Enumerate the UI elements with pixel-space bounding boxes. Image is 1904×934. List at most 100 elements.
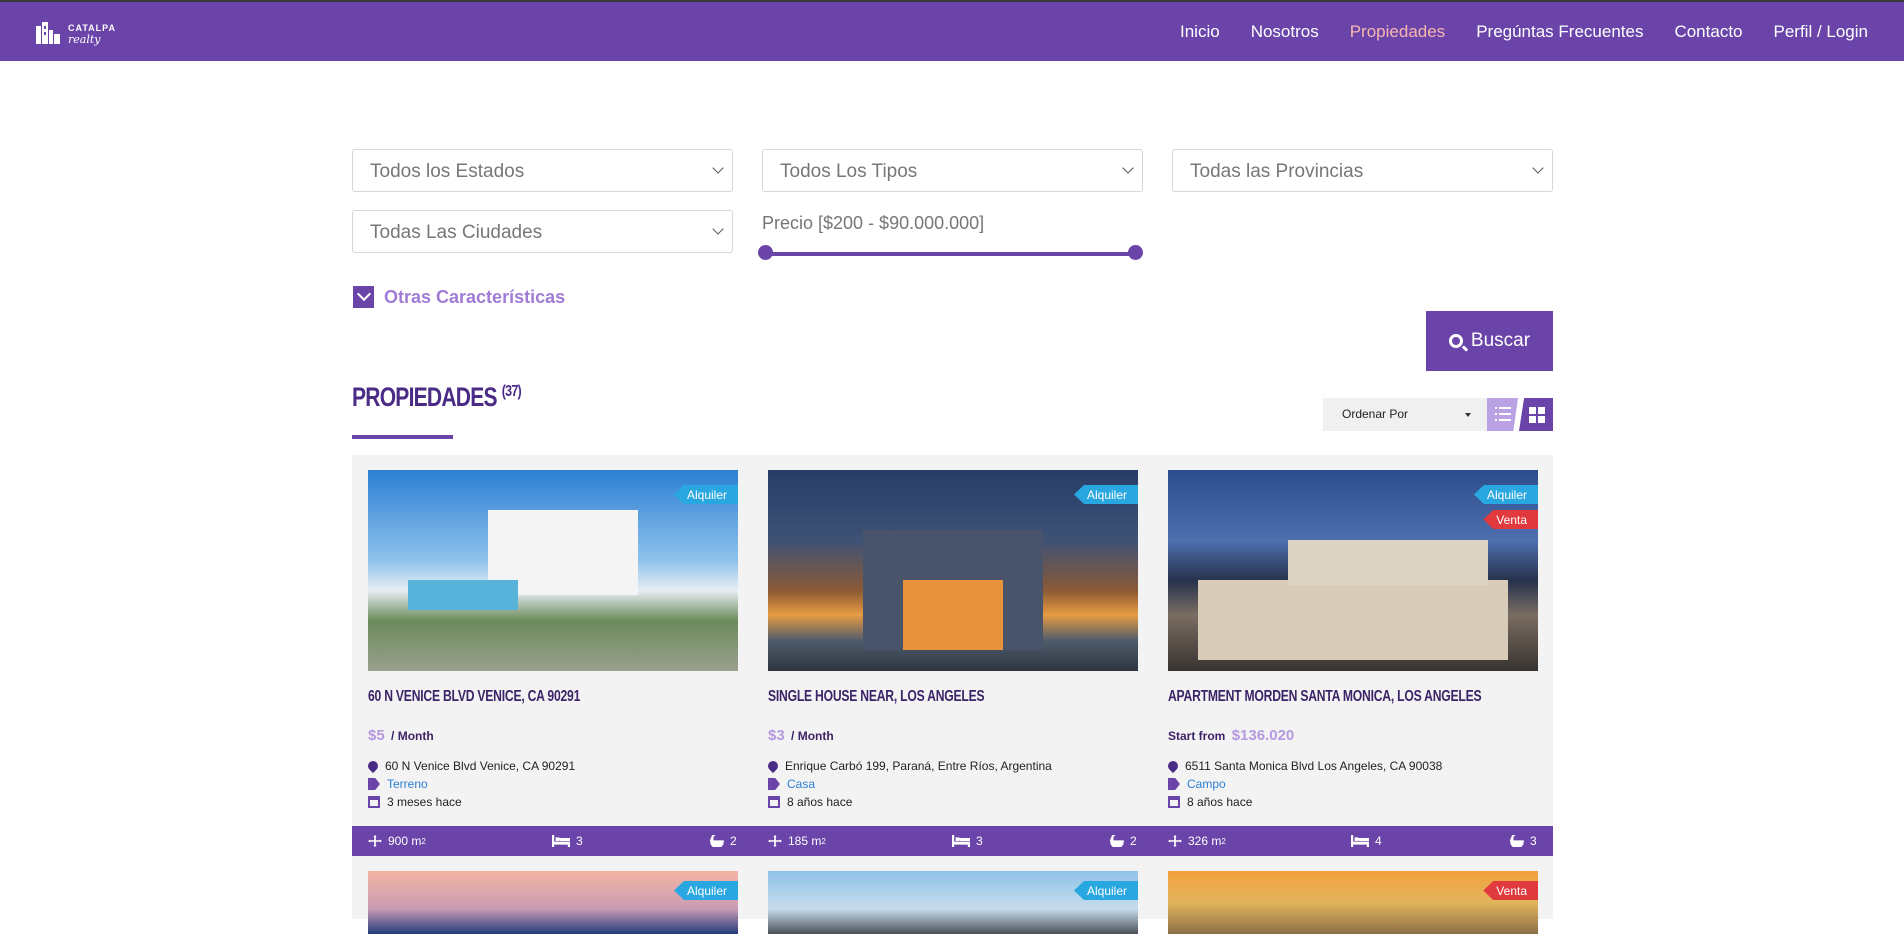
calendar-icon [368, 796, 380, 808]
price-amount: $136.020 [1231, 727, 1295, 744]
list-view-button[interactable] [1487, 398, 1518, 431]
ciudad-select[interactable]: Todas Las Ciudades [352, 210, 733, 253]
baths-value: 3 [1530, 834, 1537, 848]
nav-contacto[interactable]: Contacto [1674, 22, 1742, 42]
price-slider-min-handle[interactable] [758, 245, 773, 260]
map-pin-icon [365, 758, 381, 774]
type-link[interactable]: Casa [787, 777, 815, 791]
property-price: $3 / Month [768, 727, 834, 744]
bed-icon [952, 835, 970, 847]
grid-icon [1529, 407, 1545, 423]
buscar-button[interactable]: Buscar [1426, 311, 1553, 371]
top-navbar: CATALPA realty Inicio Nosotros Propiedad… [0, 0, 1904, 61]
type-link[interactable]: Terreno [387, 777, 428, 791]
property-price: $5 / Month [368, 727, 434, 744]
property-image[interactable]: Alquiler [768, 470, 1138, 671]
section-count: (37) [501, 383, 522, 400]
estado-select-value: Todos los Estados [370, 161, 525, 182]
baths-stat: 2 [1110, 834, 1137, 848]
chevron-down-icon [1122, 162, 1134, 174]
tipo-select[interactable]: Todos Los Tipos [762, 149, 1143, 192]
property-image[interactable]: Alquiler [368, 871, 738, 934]
map-pin-icon [1165, 758, 1181, 774]
bath-icon [1110, 835, 1124, 847]
calendar-icon [1168, 796, 1180, 808]
baths-value: 2 [730, 834, 737, 848]
grid-view-button[interactable] [1519, 398, 1553, 431]
area-unit-sup: 2 [421, 836, 426, 846]
tag-alquiler: Alquiler [673, 881, 738, 900]
move-arrows-icon [368, 835, 382, 847]
nav-propiedades[interactable]: Propiedades [1350, 22, 1445, 42]
chevron-down-icon [353, 286, 374, 308]
list-icon [1495, 407, 1511, 421]
nav-nosotros[interactable]: Nosotros [1251, 22, 1319, 42]
nav-perfil-login[interactable]: Perfil / Login [1774, 22, 1869, 42]
baths-stat: 3 [1510, 834, 1537, 848]
beds-stat: 3 [552, 834, 583, 848]
property-image[interactable]: Alquiler Venta [1168, 470, 1538, 671]
calendar-icon [768, 796, 780, 808]
nav-faq[interactable]: Pregúntas Frecuentes [1476, 22, 1643, 42]
price-range-label: Precio [$200 - $90.000.000] [762, 213, 985, 233]
property-title[interactable]: SINGLE HOUSE NEAR, LOS ANGELES [768, 688, 985, 706]
area-stat: 326 m2 [1168, 834, 1226, 848]
bed-icon [1351, 835, 1369, 847]
date-text: 3 meses hace [387, 795, 462, 809]
area-value: 185 m [788, 834, 822, 848]
type-link[interactable]: Campo [1187, 777, 1226, 791]
chevron-down-icon [712, 162, 724, 174]
property-title[interactable]: APARTMENT MORDEN SANTA MONICA, LOS ANGEL… [1168, 688, 1482, 706]
property-title[interactable]: 60 N VENICE BLVD VENICE, CA 90291 [368, 688, 580, 706]
provincia-select-value: Todas las Provincias [1190, 161, 1364, 182]
baths-value: 2 [1130, 834, 1137, 848]
price-prefix: Start from [1168, 729, 1226, 743]
property-date: 8 años hace [1168, 795, 1252, 809]
beds-value: 4 [1375, 834, 1382, 848]
price-suffix: / Month [391, 729, 434, 743]
price-slider-max-handle[interactable] [1128, 245, 1143, 260]
brand-sub: realty [68, 33, 101, 46]
address-text: 60 N Venice Blvd Venice, CA 90291 [385, 759, 576, 773]
beds-value: 3 [976, 834, 983, 848]
property-price: Start from $136.020 [1168, 727, 1297, 744]
nav-inicio[interactable]: Inicio [1180, 22, 1220, 42]
property-stats-bar: 900 m2 3 2 185 m2 3 2 326 m2 4 3 [352, 826, 1553, 856]
price-amount: $3 [768, 727, 785, 744]
tag-alquiler: Alquiler [673, 485, 738, 504]
price-amount: $5 [368, 727, 385, 744]
tag-icon [1168, 778, 1180, 790]
tag-alquiler: Alquiler [1473, 485, 1538, 504]
property-type: Terreno [368, 777, 428, 791]
address-text: 6511 Santa Monica Blvd Los Angeles, CA 9… [1185, 759, 1443, 773]
property-image[interactable]: Alquiler [368, 470, 738, 671]
estado-select[interactable]: Todos los Estados [352, 149, 733, 192]
baths-stat: 2 [710, 834, 737, 848]
provincia-select[interactable]: Todas las Provincias [1172, 149, 1553, 192]
move-arrows-icon [768, 835, 782, 847]
property-image[interactable]: Venta [1168, 871, 1538, 934]
address-text: Enrique Carbó 199, Paraná, Entre Ríos, A… [785, 759, 1052, 773]
area-unit-sup: 2 [821, 836, 826, 846]
section-underline [352, 435, 453, 439]
house-upper-shape [1288, 540, 1488, 585]
move-arrows-icon [1168, 835, 1182, 847]
beds-stat: 4 [1351, 834, 1382, 848]
otras-caracteristicas-toggle[interactable]: Otras Características [353, 286, 565, 308]
tag-venta: Venta [1483, 881, 1538, 900]
area-unit-sup: 2 [1221, 836, 1226, 846]
lit-interior-shape [903, 580, 1003, 650]
beds-stat: 3 [952, 834, 983, 848]
property-address: 60 N Venice Blvd Venice, CA 90291 [365, 758, 576, 774]
pool-shape [408, 580, 518, 610]
brand-logo[interactable]: CATALPA realty [34, 20, 124, 46]
sort-label: Ordenar Por [1342, 407, 1409, 421]
property-image[interactable]: Alquiler [768, 871, 1138, 934]
search-icon [1448, 334, 1463, 348]
price-slider-track[interactable] [765, 252, 1135, 256]
tag-icon [368, 778, 380, 790]
sort-dropdown[interactable]: Ordenar Por [1323, 398, 1487, 431]
otras-caracteristicas-label: Otras Características [384, 286, 566, 307]
map-pin-icon [765, 758, 781, 774]
bath-icon [710, 835, 724, 847]
